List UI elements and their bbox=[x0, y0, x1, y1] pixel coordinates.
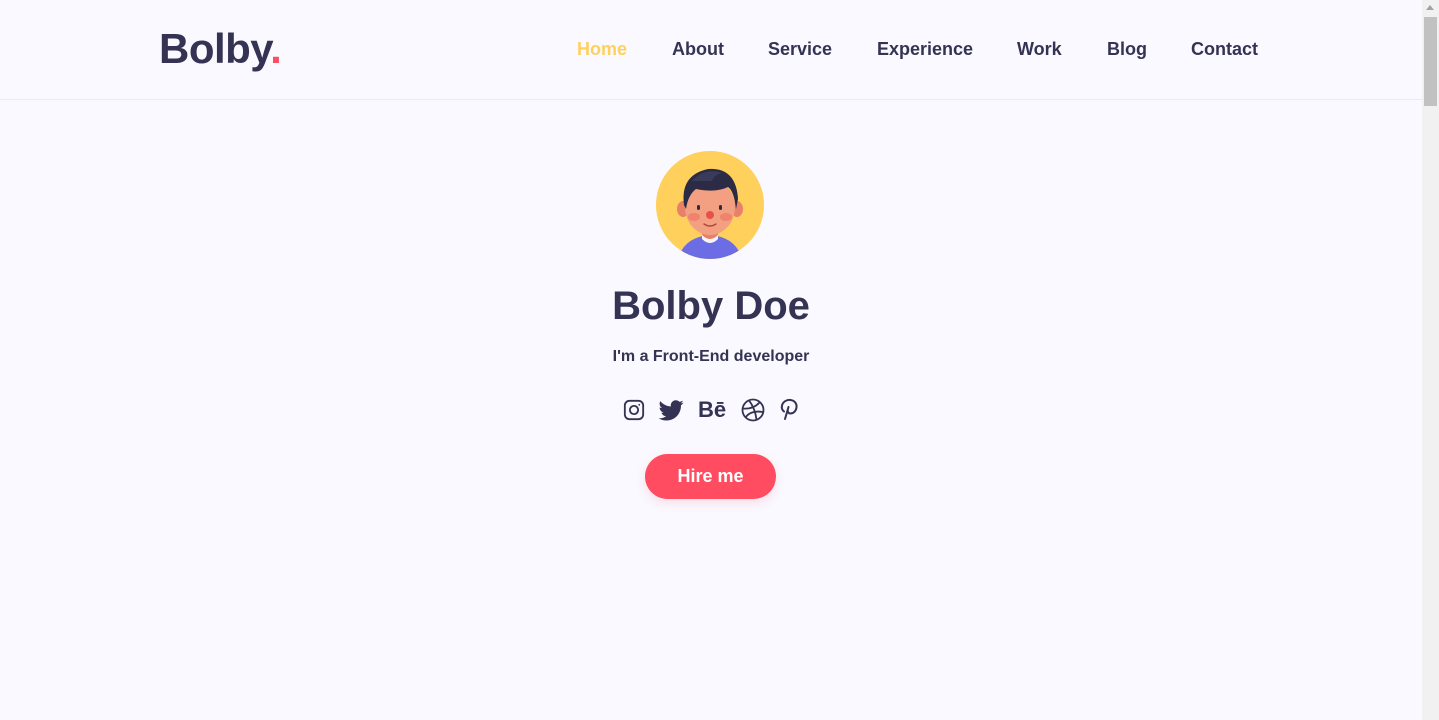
vertical-scrollbar[interactable] bbox=[1422, 0, 1439, 720]
instagram-icon[interactable] bbox=[622, 396, 646, 424]
twitter-icon[interactable] bbox=[658, 396, 684, 424]
hero-tagline: I'm a Front-End developer bbox=[612, 348, 810, 365]
scrollbar-thumb[interactable] bbox=[1424, 17, 1437, 106]
site-header: Bolby. Home About Service Experience Wor… bbox=[0, 0, 1422, 100]
hero-name: Bolby Doe bbox=[612, 284, 810, 328]
pinterest-icon[interactable] bbox=[778, 396, 800, 424]
social-links: Bē bbox=[620, 396, 810, 424]
nav-about[interactable]: About bbox=[672, 38, 724, 60]
nav-home[interactable]: Home bbox=[577, 38, 627, 60]
hero-section: Bolby Doe I'm a Front-End developer Bē H… bbox=[0, 100, 1422, 720]
nav-experience[interactable]: Experience bbox=[877, 38, 973, 60]
avatar-illustration-icon bbox=[656, 151, 764, 259]
nav-work[interactable]: Work bbox=[1017, 38, 1062, 60]
behance-icon[interactable]: Bē bbox=[696, 396, 728, 424]
nav-contact[interactable]: Contact bbox=[1191, 38, 1258, 60]
nav-blog[interactable]: Blog bbox=[1107, 38, 1147, 60]
nav-service[interactable]: Service bbox=[768, 38, 832, 60]
main-nav: Home About Service Experience Work Blog … bbox=[0, 38, 1422, 62]
hire-me-button[interactable]: Hire me bbox=[645, 454, 776, 499]
avatar bbox=[656, 151, 764, 259]
scroll-up-arrow-icon[interactable] bbox=[1426, 5, 1434, 10]
dribbble-icon[interactable] bbox=[740, 396, 766, 424]
